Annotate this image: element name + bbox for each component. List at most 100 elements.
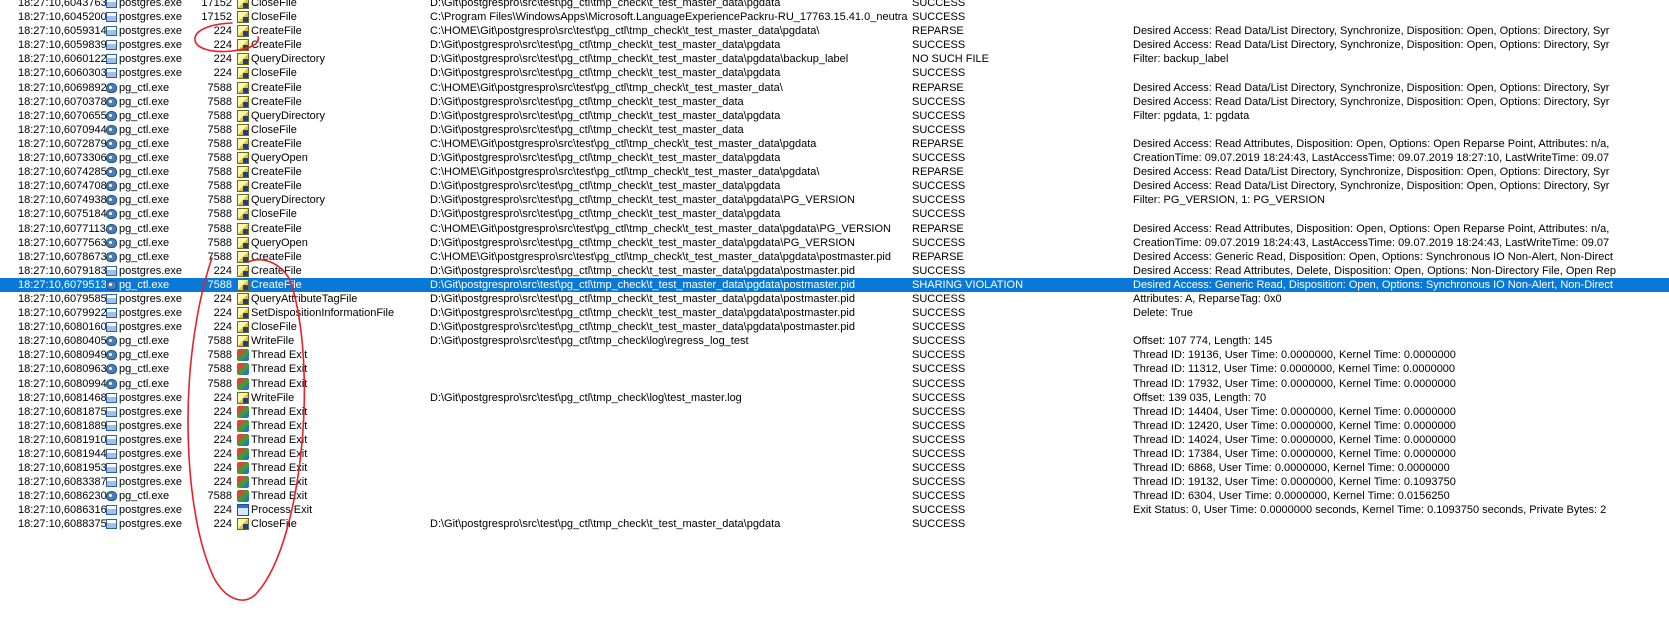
event-row[interactable]: 18:27:10,6079922 postgres.exe 224 SetDispos… [0, 306, 1669, 320]
pg-ctl-exe-icon [106, 181, 117, 192]
detail-cell: Exit Status: 0, User Time: 0.0000000 sec… [1133, 504, 1607, 517]
postgres-exe-icon [106, 477, 117, 488]
event-row[interactable]: 18:27:10,6070944 pg_ctl.exe 7588 CloseFile D… [0, 123, 1669, 137]
file-operation-icon [237, 307, 249, 320]
event-row[interactable]: 18:27:10,6086230 pg_ctl.exe 7588 Thread Exi… [0, 489, 1669, 503]
postgres-exe-icon [106, 420, 117, 431]
detail-cell: Desired Access: Read Data/List Directory… [1133, 25, 1610, 38]
event-row[interactable]: 18:27:10,6080994 pg_ctl.exe 7588 Thread Exi… [0, 377, 1669, 391]
pid-cell: 224 [213, 419, 232, 432]
pid-cell: 224 [213, 67, 232, 80]
detail-cell: CreationTime: 09.07.2019 18:24:43, LastA… [1133, 152, 1610, 165]
file-operation-icon [237, 67, 249, 80]
time-of-day-cell: 18:27:10,6079585 [18, 292, 107, 305]
time-of-day-cell: 18:27:10,6081875 [18, 405, 107, 418]
event-row[interactable]: 18:27:10,6060122 postgres.exe 224 QueryDire… [0, 52, 1669, 66]
result-cell: SUCCESS [912, 335, 966, 348]
result-cell: SUCCESS [912, 264, 966, 277]
path-cell: D:\Git\postgrespro\src\test\pg_ctl\tmp_c… [430, 278, 855, 291]
pid-cell: 7588 [207, 194, 232, 207]
file-operation-icon [237, 53, 249, 66]
result-cell: SUCCESS [912, 504, 966, 517]
result-cell: SUCCESS [912, 95, 966, 108]
event-row[interactable]: 18:27:10,6080160 postgres.exe 224 CloseFile… [0, 320, 1669, 334]
result-cell: SUCCESS [912, 448, 966, 460]
detail-cell: Thread ID: 17932, User Time: 0.0000000, … [1133, 377, 1456, 390]
event-row[interactable]: 18:27:10,6083387 postgres.exe 224 Thread Ex… [0, 475, 1669, 489]
operation-cell: Thread Exit [251, 448, 308, 460]
event-row[interactable]: 18:27:10,6075184 pg_ctl.exe 7588 CloseFile D… [0, 207, 1669, 221]
result-cell: SUCCESS [912, 363, 966, 376]
event-row[interactable]: 18:27:10,6074938 pg_ctl.exe 7588 QueryDirec… [0, 193, 1669, 207]
pg-ctl-exe-icon [106, 336, 117, 347]
event-row[interactable]: 18:27:10,6069892 pg_ctl.exe 7588 CreateFile… [0, 81, 1669, 95]
time-of-day-cell: 18:27:10,6074938 [18, 194, 107, 207]
event-row[interactable]: 18:27:10,6080405 pg_ctl.exe 7588 WriteFile D… [0, 334, 1669, 348]
event-row[interactable]: 18:27:10,6080963 pg_ctl.exe 7588 Thread Exi… [0, 362, 1669, 376]
path-cell: C:\HOME\Git\postgrespro\src\test\pg_ctl\… [430, 250, 891, 263]
result-cell: SUCCESS [912, 67, 966, 80]
time-of-day-cell: 18:27:10,6079513 [18, 278, 107, 291]
event-row[interactable]: 18:27:10,6059314 postgres.exe 224 CreateFil… [0, 24, 1669, 38]
event-row[interactable]: 18:27:10,6088375 postgres.exe 224 CloseFile… [0, 517, 1669, 531]
pg-ctl-exe-icon [106, 491, 117, 502]
event-row[interactable]: 18:27:10,6077113 pg_ctl.exe 7588 CreateFile… [0, 222, 1669, 236]
event-row[interactable]: 18:27:10,6081468 postgres.exe 224 WriteFile… [0, 391, 1669, 405]
time-of-day-cell: 18:27:10,6073306 [18, 152, 107, 165]
pg-ctl-exe-icon [106, 279, 117, 290]
result-cell: SUCCESS [912, 236, 966, 249]
event-row[interactable]: 18:27:10,6070378 pg_ctl.exe 7588 CreateFile… [0, 95, 1669, 109]
file-operation-icon [237, 335, 249, 348]
result-cell: SUCCESS [912, 462, 966, 475]
postgres-exe-icon [106, 392, 117, 403]
event-row[interactable]: 18:27:10,6080949 pg_ctl.exe 7588 Thread Exi… [0, 348, 1669, 362]
event-row[interactable]: 18:27:10,6045200 postgres.exe 17152 CloseFi… [0, 10, 1669, 24]
result-cell: SUCCESS [912, 405, 966, 418]
pid-cell: 224 [213, 39, 232, 52]
event-row[interactable]: 18:27:10,6070655 pg_ctl.exe 7588 QueryDirec… [0, 109, 1669, 123]
thread-operation-icon [237, 419, 249, 432]
time-of-day-cell: 18:27:10,6080160 [18, 321, 107, 334]
event-row[interactable]: 18:27:10,6073306 pg_ctl.exe 7588 QueryOpen D… [0, 151, 1669, 165]
event-row[interactable]: 18:27:10,6081953 postgres.exe 224 Thread Ex… [0, 461, 1669, 475]
pg-ctl-exe-icon [106, 110, 117, 121]
operation-cell: QueryDirectory [251, 194, 325, 207]
event-row[interactable]: 18:27:10,6081910 postgres.exe 224 Thread Ex… [0, 433, 1669, 447]
event-row[interactable]: 18:27:10,6072879 pg_ctl.exe 7588 CreateFile… [0, 137, 1669, 151]
detail-cell: Thread ID: 11312, User Time: 0.0000000, … [1133, 363, 1456, 376]
path-cell: D:\Git\postgrespro\src\test\pg_ctl\tmp_c… [430, 67, 781, 80]
detail-cell: Desired Access: Read Data/List Directory… [1133, 81, 1610, 94]
pid-cell: 224 [213, 462, 232, 475]
detail-cell: Offset: 107 774, Length: 145 [1133, 335, 1273, 348]
result-cell: SUCCESS [912, 292, 966, 305]
event-row[interactable]: 18:27:10,6077563 pg_ctl.exe 7588 QueryOpen D… [0, 236, 1669, 250]
operation-cell: QueryDirectory [251, 109, 325, 122]
event-row[interactable]: 18:27:10,6079585 postgres.exe 224 QueryAttr… [0, 292, 1669, 306]
result-cell: SUCCESS [912, 109, 966, 122]
path-cell: C:\HOME\Git\postgrespro\src\test\pg_ctl\… [430, 166, 820, 179]
result-cell: SUCCESS [912, 433, 966, 446]
operation-cell: Thread Exit [251, 462, 308, 475]
event-row[interactable]: 18:27:10,6043763 postgres.exe 17152 CloseFi… [0, 0, 1669, 10]
event-row[interactable]: 18:27:10,6086316 postgres.exe 224 Process E… [0, 503, 1669, 517]
pid-cell: 224 [213, 433, 232, 446]
detail-cell: Desired Access: Generic Read, Dispositio… [1133, 250, 1613, 263]
event-row[interactable]: 18:27:10,6079513 pg_ctl.exe 7588 CreateFile… [0, 277, 1669, 292]
event-row[interactable]: 18:27:10,6079183 postgres.exe 224 CreateFil… [0, 264, 1669, 278]
operation-cell: QueryOpen [251, 152, 308, 165]
event-row[interactable]: 18:27:10,6081944 postgres.exe 224 Thread Ex… [0, 447, 1669, 461]
event-row[interactable]: 18:27:10,6074708 pg_ctl.exe 7588 CreateFile… [0, 179, 1669, 193]
operation-cell: CloseFile [251, 0, 297, 9]
event-row[interactable]: 18:27:10,6078673 pg_ctl.exe 7588 CreateFile… [0, 250, 1669, 264]
event-row[interactable]: 18:27:10,6081875 postgres.exe 224 Thread Ex… [0, 405, 1669, 419]
event-row[interactable]: 18:27:10,6074285 pg_ctl.exe 7588 CreateFile… [0, 165, 1669, 179]
path-cell: C:\HOME\Git\postgrespro\src\test\pg_ctl\… [430, 25, 820, 38]
event-row[interactable]: 18:27:10,6081889 postgres.exe 224 Thread Ex… [0, 419, 1669, 433]
event-row[interactable]: 18:27:10,6060303 postgres.exe 224 CloseFile… [0, 66, 1669, 80]
event-row[interactable]: 18:27:10,6059839 postgres.exe 224 CreateFil… [0, 38, 1669, 52]
file-operation-icon [237, 250, 249, 263]
pid-cell: 7588 [207, 278, 232, 291]
pid-cell: 7588 [207, 137, 232, 150]
pid-cell: 7588 [207, 222, 232, 235]
pid-cell: 7588 [207, 377, 232, 390]
